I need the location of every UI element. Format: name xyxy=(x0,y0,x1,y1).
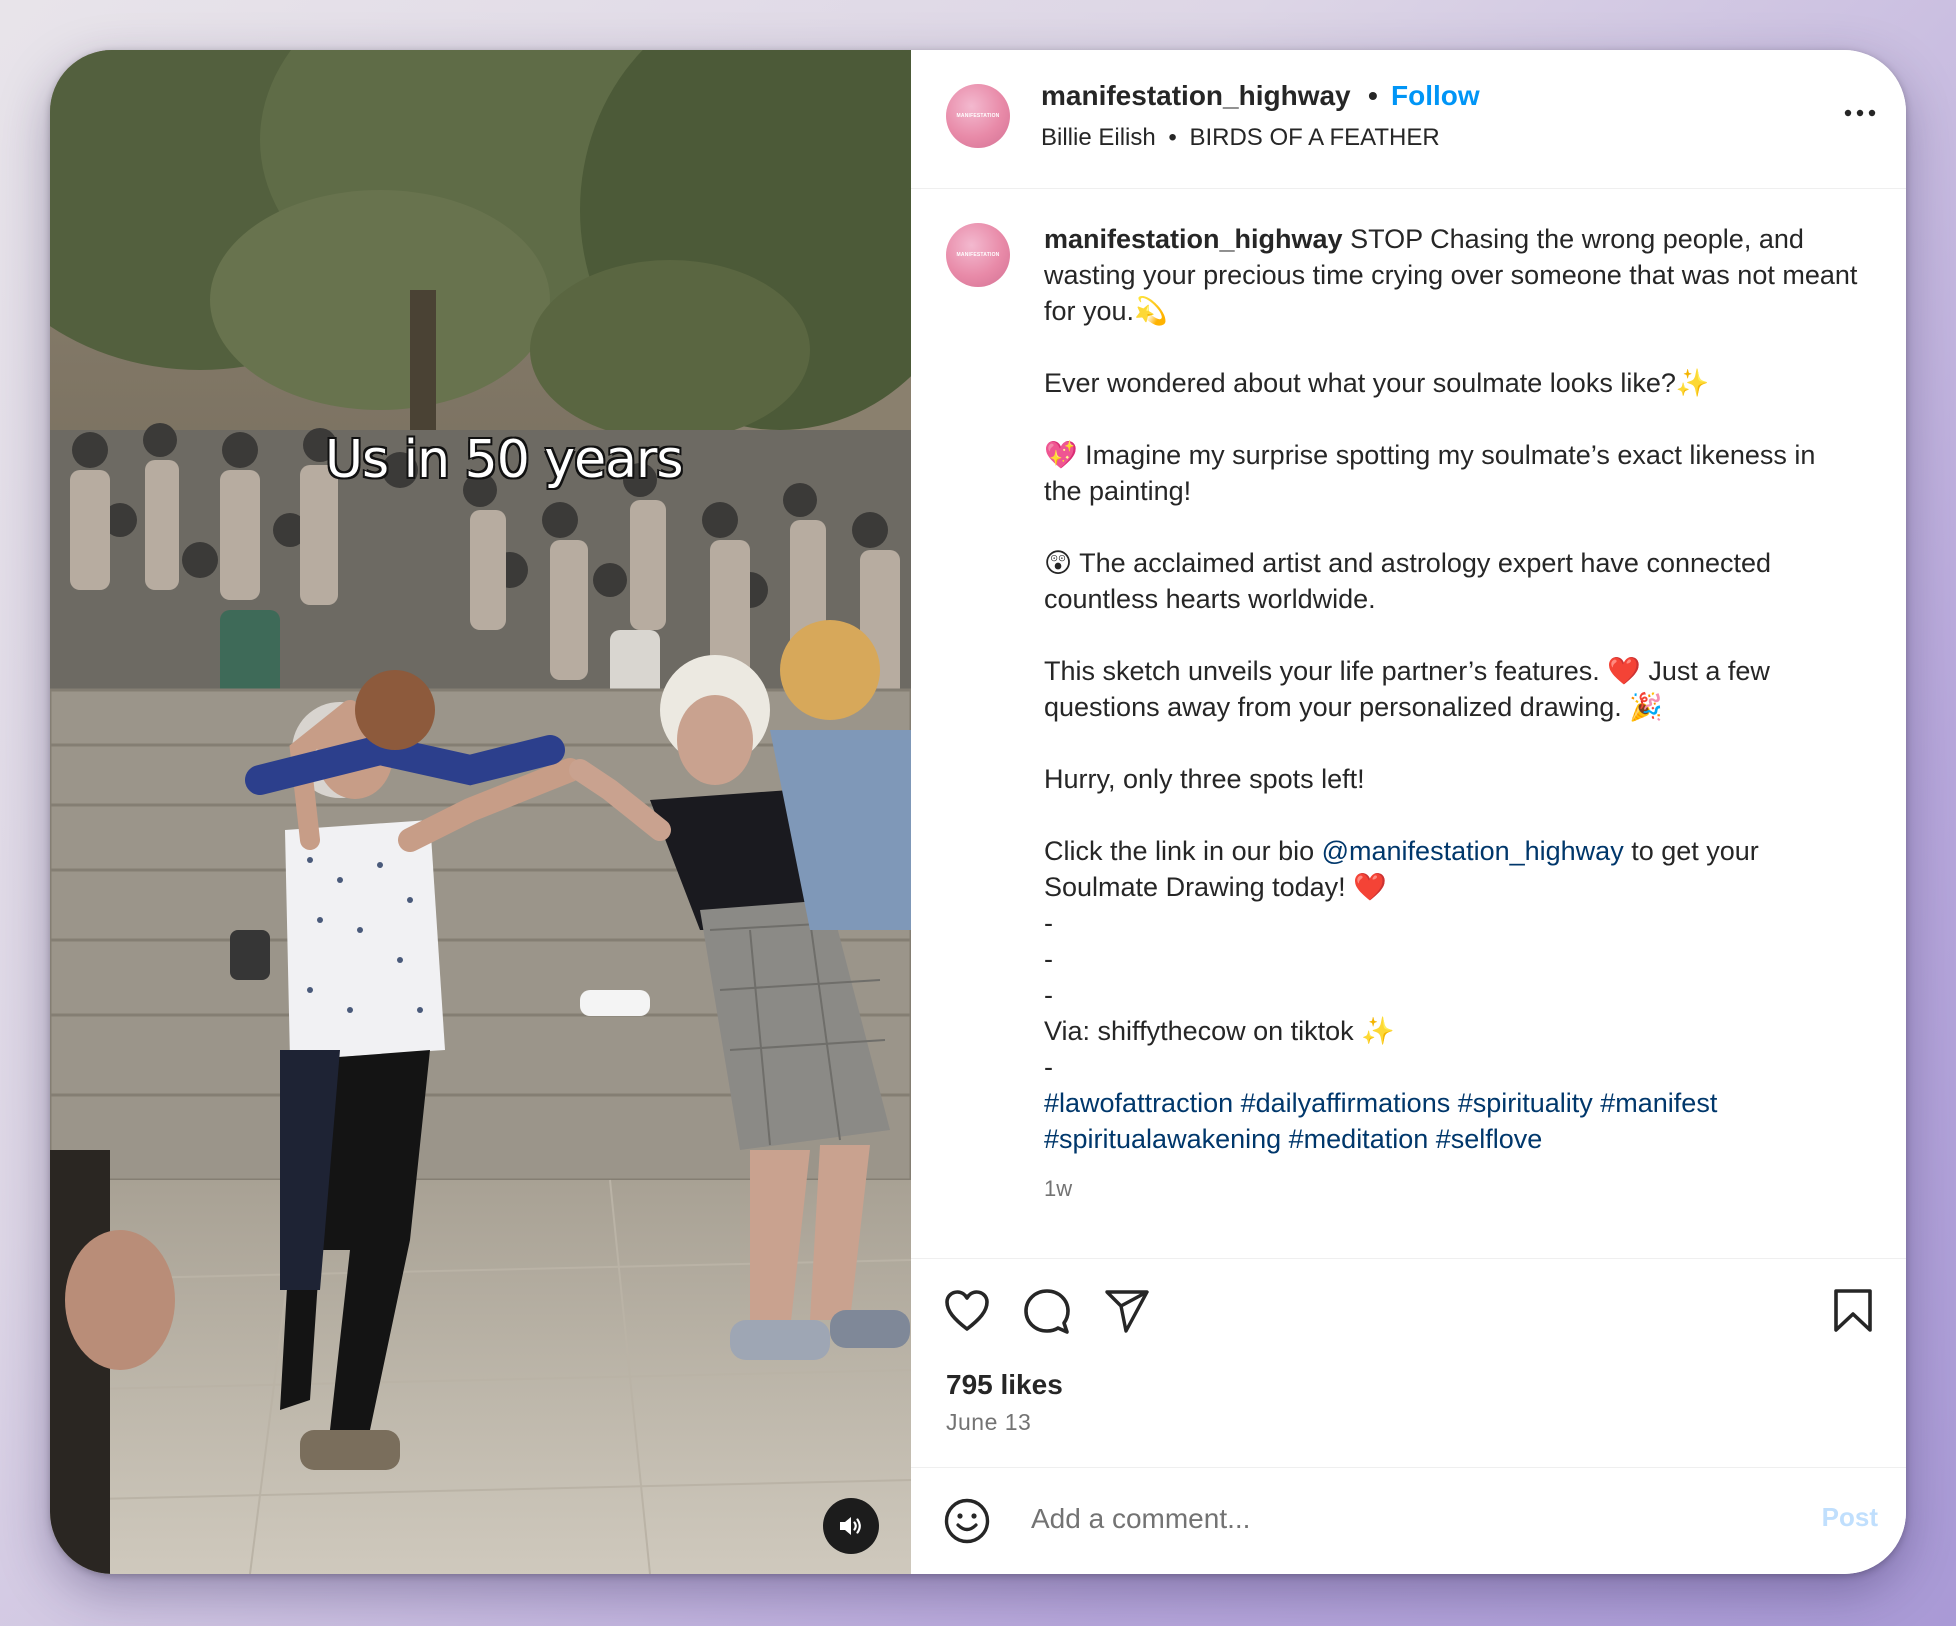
hashtags[interactable]: #lawofattraction #dailyaffirmations #spi… xyxy=(1044,1085,1858,1157)
separator-dot: • xyxy=(1368,80,1378,111)
caption-dash: - xyxy=(1044,1052,1053,1082)
caption-text-2: Ever wondered about what your soulmate l… xyxy=(1044,368,1710,398)
post-caption: manifestation_highway STOP Chasing the w… xyxy=(1044,221,1858,1207)
author-avatar[interactable]: MANIFESTATION xyxy=(946,84,1010,148)
comment-button[interactable] xyxy=(1024,1289,1070,1340)
caption-text-5: This sketch unveils your life partner’s … xyxy=(1044,656,1770,722)
caption-dash: - xyxy=(1044,908,1053,938)
hashtag-line[interactable]: #spiritualawakening #meditation #selflov… xyxy=(1044,1124,1542,1154)
post-header: MANIFESTATION manifestation_highway • Fo… xyxy=(911,50,1906,189)
avatar-logo-text: MANIFESTATION xyxy=(956,113,1000,119)
caption-text-7: Click the link in our bio xyxy=(1044,836,1322,866)
post-window: Us in 50 years MANIFESTATION manifestati… xyxy=(50,50,1906,1574)
avatar-logo-text: MANIFESTATION xyxy=(956,252,1000,258)
comment-input[interactable] xyxy=(1029,1496,1733,1542)
caption-text-4: 😲 The acclaimed artist and astrology exp… xyxy=(1044,548,1772,614)
share-button[interactable] xyxy=(1104,1289,1150,1340)
likes-count[interactable]: 795 likes xyxy=(946,1369,1063,1401)
video-overlay-caption: Us in 50 years xyxy=(324,429,684,491)
caption-dash: - xyxy=(1044,944,1053,974)
share-icon xyxy=(1105,1290,1149,1333)
post-date: June 13 xyxy=(946,1409,1032,1435)
comment-composer: Post xyxy=(911,1467,1906,1574)
caption-via: Via: shiffythecow on tiktok ✨ xyxy=(1044,1016,1395,1046)
speaker-icon xyxy=(840,1517,861,1535)
bookmark-icon xyxy=(1834,1289,1872,1332)
caption-author-avatar[interactable]: MANIFESTATION xyxy=(946,223,1010,287)
comments-scroll-area[interactable]: MANIFESTATION manifestation_highway STOP… xyxy=(911,189,1906,1258)
save-button[interactable] xyxy=(1833,1289,1873,1338)
post-actions: 795 likes June 13 xyxy=(911,1258,1906,1467)
video-player[interactable]: Us in 50 years xyxy=(50,50,911,1574)
mention-link[interactable]: @manifestation_highway xyxy=(1322,836,1624,866)
caption-username[interactable]: manifestation_highway xyxy=(1044,224,1343,254)
emoji-icon xyxy=(944,1498,990,1544)
caption-dash: - xyxy=(1044,980,1053,1010)
post-details-panel: MANIFESTATION manifestation_highway • Fo… xyxy=(911,50,1906,1574)
heart-icon xyxy=(945,1290,989,1331)
caption-text-6: Hurry, only three spots left! xyxy=(1044,764,1365,794)
like-button[interactable] xyxy=(944,1289,990,1338)
audio-attribution[interactable]: Billie Eilish • BIRDS OF A FEATHER xyxy=(1041,124,1440,152)
video-frame-illustration xyxy=(50,50,911,1574)
hashtag-line[interactable]: #lawofattraction #dailyaffirmations #spi… xyxy=(1044,1088,1717,1118)
follow-button[interactable]: Follow xyxy=(1391,80,1480,112)
comment-icon xyxy=(1024,1289,1070,1334)
caption-timestamp: 1w xyxy=(1044,1176,1073,1201)
emoji-button[interactable] xyxy=(944,1498,990,1549)
author-username[interactable]: manifestation_highway xyxy=(1041,80,1351,112)
caption-text-3: 💖 Imagine my surprise spotting my soulma… xyxy=(1044,440,1816,506)
audio-artist: Billie Eilish xyxy=(1041,124,1156,151)
post-comment-button[interactable]: Post xyxy=(1822,1502,1878,1533)
audio-separator: • xyxy=(1168,124,1177,151)
mute-toggle-button[interactable] xyxy=(823,1498,879,1554)
audio-track: BIRDS OF A FEATHER xyxy=(1189,124,1440,151)
more-options-icon[interactable] xyxy=(1844,100,1876,117)
